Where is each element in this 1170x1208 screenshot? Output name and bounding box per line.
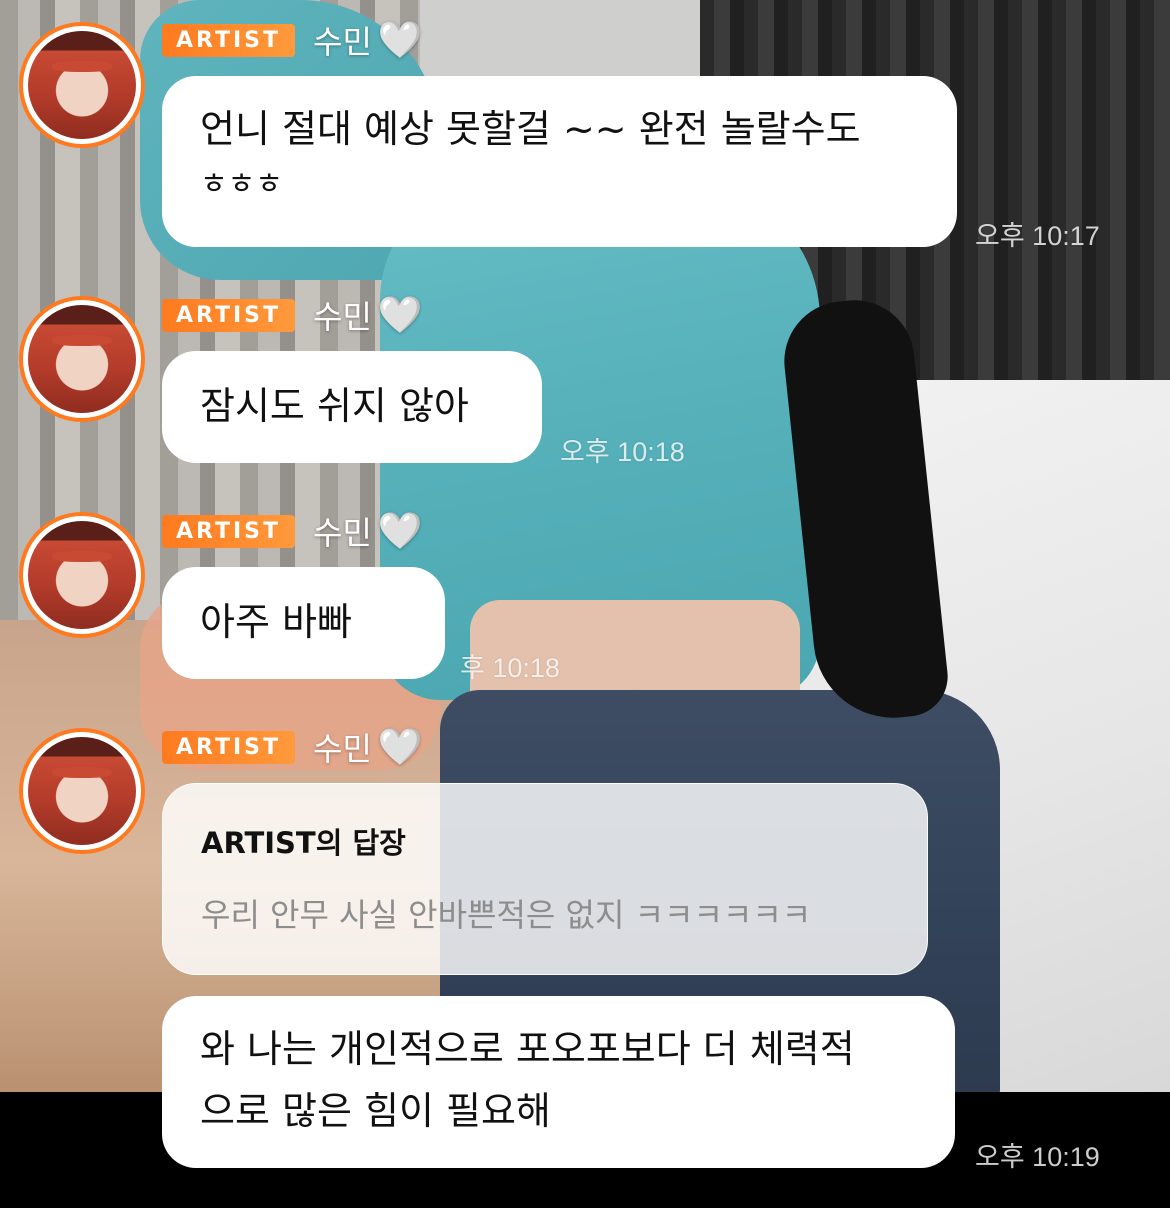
avatar-image (28, 521, 136, 629)
artist-badge: ARTIST (162, 730, 296, 764)
white-heart-icon: 🤍 (377, 511, 423, 552)
message-time: 오후 10:17 (975, 221, 1100, 251)
reply-quoted-text: 우리 안무 사실 안바쁜적은 없지 ㅋㅋㅋㅋㅋㅋ (201, 896, 812, 934)
message-text-line: 와 나는 개인적으로 포오포보다 더 체력적 (200, 1027, 855, 1071)
message-time: 오후 10:19 (975, 1142, 1100, 1172)
artist-badge: ARTIST (162, 23, 296, 57)
reply-title: ARTIST의 답장 (201, 826, 406, 860)
message-bubble[interactable]: 잠시도 쉬지 않아 (162, 351, 542, 463)
white-heart-icon: 🤍 (377, 295, 423, 336)
message-time: 오후 10:18 (560, 437, 685, 467)
avatar-image (28, 31, 136, 139)
artist-badge: ARTIST (162, 298, 296, 332)
sender-name: 수민 (313, 730, 372, 768)
avatar[interactable] (19, 728, 145, 854)
message-bubble[interactable]: 언니 절대 예상 못할걸 ~~ 완전 놀랄수도 ㅎㅎㅎ (162, 76, 957, 247)
message-text-line: ㅎㅎㅎ (200, 167, 283, 202)
white-heart-icon: 🤍 (377, 20, 423, 61)
sender-name: 수민 (313, 23, 372, 61)
white-heart-icon: 🤍 (377, 727, 423, 768)
reply-quote-bubble[interactable]: ARTIST의 답장 우리 안무 사실 안바쁜적은 없지 ㅋㅋㅋㅋㅋㅋ (162, 783, 928, 975)
sender-name: 수민 (313, 514, 372, 552)
avatar-image (28, 737, 136, 845)
sender-row: ARTIST 수민 🤍 (162, 727, 423, 768)
message-text: 아주 바빠 (200, 600, 352, 644)
message-text-line: 언니 절대 예상 못할걸 ~~ 완전 놀랄수도 (200, 107, 861, 151)
sender-row: ARTIST 수민 🤍 (162, 20, 423, 61)
message-time: 후 10:18 (460, 653, 560, 683)
avatar-image (28, 305, 136, 413)
message-text-line: 으로 많은 힘이 필요해 (200, 1089, 551, 1133)
avatar[interactable] (19, 296, 145, 422)
message-text: 잠시도 쉬지 않아 (200, 384, 469, 428)
artist-badge: ARTIST (162, 514, 296, 548)
sender-row: ARTIST 수민 🤍 (162, 511, 423, 552)
sender-name: 수민 (313, 298, 372, 336)
avatar[interactable] (19, 512, 145, 638)
sender-row: ARTIST 수민 🤍 (162, 295, 423, 336)
message-bubble[interactable]: 아주 바빠 (162, 567, 445, 679)
message-bubble[interactable]: 와 나는 개인적으로 포오포보다 더 체력적 으로 많은 힘이 필요해 (162, 996, 955, 1168)
avatar[interactable] (19, 22, 145, 148)
